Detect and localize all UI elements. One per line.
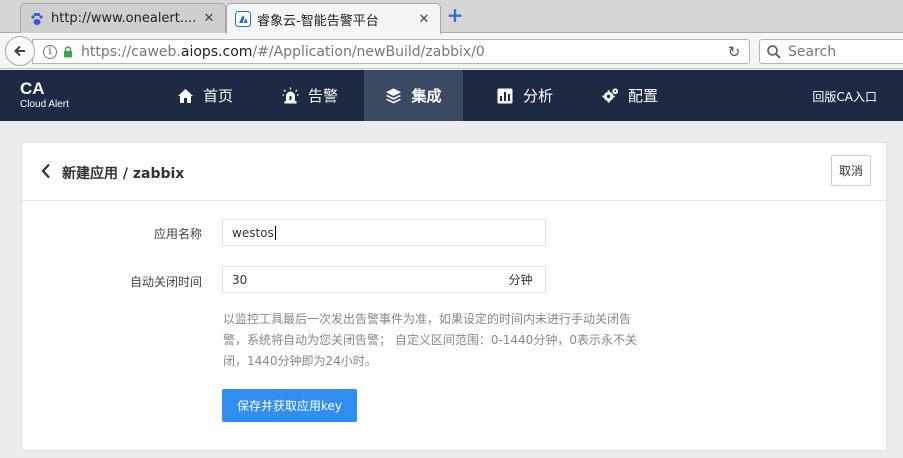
url-domain: aiops.com <box>180 43 253 60</box>
save-and-get-key-button[interactable]: 保存并获取应用key <box>222 389 357 422</box>
baidu-paw-icon <box>29 11 45 27</box>
home-icon <box>177 87 194 104</box>
url-prefix: https://caweb. <box>81 43 181 60</box>
back-arrow-icon <box>14 45 25 57</box>
url-text: https://caweb.aiops.com/#/Application/ne… <box>81 44 485 60</box>
minutes-addon: 分钟 <box>496 266 546 293</box>
tab-title: 睿象云-智能告警平台 <box>257 13 379 29</box>
logo-sub-text: Cloud Alert <box>20 99 69 110</box>
gears-icon <box>602 87 619 104</box>
cancel-button[interactable]: 取消 <box>831 155 871 186</box>
browser-tab-caweb[interactable]: 睿象云-智能告警平台 ✕ <box>226 3 441 34</box>
reload-icon[interactable]: ↻ <box>725 43 743 61</box>
nav-label: 首页 <box>202 87 233 105</box>
alarm-light-icon <box>282 87 299 104</box>
close-tab-icon[interactable]: ✕ <box>416 11 432 27</box>
nav-label: 集成 <box>411 87 442 105</box>
nav-item-integration[interactable]: 集成 <box>364 70 463 121</box>
nav-item-home[interactable]: 首页 <box>155 70 255 121</box>
lock-icon <box>63 45 73 58</box>
app-name-input[interactable]: westos <box>222 219 546 246</box>
close-tab-icon[interactable]: ✕ <box>201 11 217 27</box>
page-title: 新建应用 / zabbix <box>62 166 185 182</box>
onealert-logo-icon <box>235 11 251 27</box>
url-path: /#/Application/newBuild/zabbix/0 <box>252 43 485 60</box>
new-application-card: 新建应用 / zabbix 取消 应用名称 westos 自动关闭时间 30 分… <box>21 142 887 451</box>
browser-tab-bar: http://www.onealert.... ✕ 睿象云-智能告警平台 ✕ + <box>0 0 903 34</box>
site-info-icon[interactable]: i <box>43 44 57 59</box>
nav-item-settings[interactable]: 配置 <box>580 70 680 121</box>
nav-item-analysis[interactable]: 分析 <box>475 70 575 121</box>
auto-close-input[interactable]: 30 <box>222 266 497 293</box>
nav-label: 告警 <box>307 87 338 105</box>
tab-title: http://www.onealert.... <box>51 11 195 26</box>
browser-tab-onealert[interactable]: http://www.onealert.... ✕ <box>20 3 226 33</box>
search-icon <box>766 44 782 60</box>
logo-main-text: CA <box>20 79 45 98</box>
chevron-left-icon[interactable] <box>40 162 52 180</box>
app-name-label: 应用名称 <box>153 227 202 241</box>
hint-line: 闭，1440分钟即为24小时。 <box>223 354 377 368</box>
layers-icon <box>385 87 402 104</box>
back-button[interactable] <box>5 36 35 66</box>
app-header: CA Cloud Alert 首页 告警 集成 分析 配置 回版CA入口 <box>0 70 903 121</box>
search-placeholder: Search <box>788 43 837 60</box>
new-tab-plus-icon[interactable]: + <box>446 5 464 25</box>
auto-close-value: 30 <box>232 272 248 287</box>
old-version-link[interactable]: 回版CA入口 <box>812 88 877 105</box>
nav-label: 分析 <box>522 87 553 105</box>
hint-line: 警，系统将自动为您关闭告警； 自定义区间范围：0-1440分钟，0表示永不关 <box>223 333 637 347</box>
browser-navigation-bar: i https://caweb.aiops.com/#/Application/… <box>0 33 903 69</box>
bar-chart-icon <box>497 87 514 104</box>
auto-close-hint: 以监控工具最后一次发出告警事件为准，如果设定的时间内未进行手动关闭告 警，系统将… <box>223 309 713 372</box>
nav-label: 配置 <box>627 87 658 105</box>
address-bar[interactable]: i https://caweb.aiops.com/#/Application/… <box>32 39 750 64</box>
hint-line: 以监控工具最后一次发出告警事件为准，如果设定的时间内未进行手动关闭告 <box>223 312 632 326</box>
auto-close-label: 自动关闭时间 <box>129 275 202 289</box>
app-logo[interactable]: CA Cloud Alert <box>20 80 69 112</box>
card-header: 新建应用 / zabbix 取消 <box>22 143 886 201</box>
text-cursor <box>274 225 276 240</box>
search-bar[interactable]: Search <box>759 39 903 64</box>
nav-item-alerts[interactable]: 告警 <box>260 70 360 121</box>
app-name-value: westos <box>232 225 274 240</box>
